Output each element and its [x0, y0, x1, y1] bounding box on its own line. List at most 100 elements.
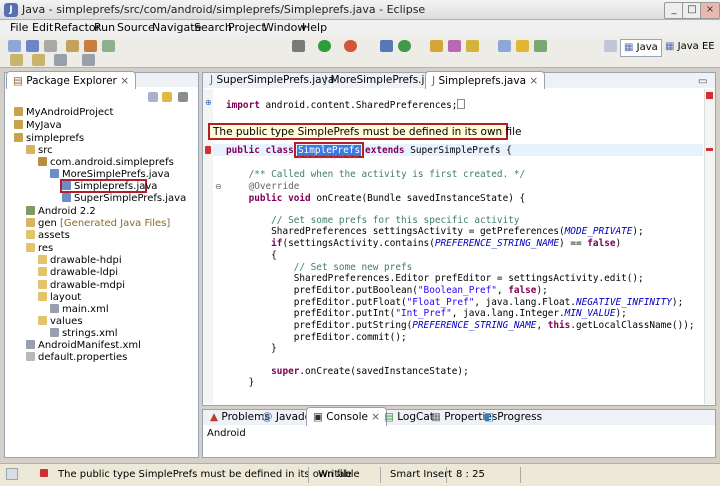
run-icon[interactable]	[318, 40, 331, 52]
menu-window[interactable]: Window	[263, 21, 306, 34]
code-line[interactable]: super.onCreate(savedInstanceState);	[226, 366, 469, 377]
tree-item-drawable-hdpi[interactable]: drawable-hdpi	[38, 255, 122, 267]
editor-tab-label: SuperSimplePrefs.java	[216, 74, 335, 86]
print-icon[interactable]	[44, 40, 57, 52]
code-line[interactable]: if(settingsActivity.contains(PREFERENCE_…	[226, 238, 621, 249]
code-line[interactable]: public class extends SuperSimplePrefs {	[226, 145, 512, 156]
tree-item-layout[interactable]: layout	[38, 292, 81, 304]
tree-item-src[interactable]: src	[26, 145, 53, 157]
menu-edit[interactable]: Edit	[32, 21, 53, 34]
menu-project[interactable]: Project	[228, 21, 266, 34]
tree-item-myandroidproject[interactable]: MyAndroidProject	[14, 107, 113, 119]
search-icon[interactable]	[448, 40, 461, 52]
error-overview-marker[interactable]	[706, 148, 713, 151]
tree-item-values[interactable]: values	[38, 316, 83, 328]
menu-help[interactable]: Help	[302, 21, 327, 34]
tree-item-label: assets	[38, 230, 70, 241]
code-line[interactable]: prefEditor.putBoolean("Boolean_Pref", fa…	[226, 285, 548, 296]
tree-item-supersimpleprefs[interactable]: SuperSimplePrefs.java	[62, 193, 186, 205]
tree-item-default-properties[interactable]: default.properties	[26, 352, 127, 364]
code-line[interactable]: }	[226, 377, 255, 388]
perspective-java-ee[interactable]: ▦ Java EE	[662, 39, 718, 55]
open-perspective-icon[interactable]	[604, 40, 617, 52]
error-icon[interactable]	[205, 146, 211, 154]
code-line[interactable]: prefEditor.putFloat("Float_Pref", java.l…	[226, 297, 684, 308]
tree-item-main-xml[interactable]: main.xml	[50, 304, 109, 316]
code-line[interactable]: {	[226, 250, 277, 261]
fast-view-icon[interactable]	[6, 468, 18, 480]
tree-item-label: MyJava	[26, 120, 62, 131]
logcat-icon: ▤	[384, 411, 398, 423]
error-overview-marker[interactable]	[706, 92, 713, 99]
open-type-icon[interactable]	[430, 40, 443, 52]
tree-item-strings-xml[interactable]: strings.xml	[50, 328, 118, 340]
properties-icon: ▦	[431, 411, 445, 423]
menu-run[interactable]: Run	[94, 21, 115, 34]
code-line[interactable]: prefEditor.commit();	[226, 332, 407, 343]
external-tools-icon[interactable]	[344, 40, 357, 52]
link-editor-icon[interactable]	[162, 92, 172, 102]
console-icon: ▣	[313, 411, 327, 423]
maximize-button[interactable]: □	[682, 2, 702, 19]
tree-item-gen[interactable]: gen [Generated Java Files]	[26, 218, 170, 230]
code-line[interactable]: /** Called when the activity is first cr…	[226, 169, 526, 180]
close-icon[interactable]: ×	[120, 75, 129, 87]
minimize-button[interactable]: _	[664, 2, 684, 19]
code-line[interactable]: }	[226, 343, 277, 354]
perspective-java[interactable]: ▦ Java	[620, 39, 662, 57]
build-icon[interactable]	[66, 40, 79, 52]
save-icon[interactable]	[26, 40, 39, 52]
tree-item-simpleprefs[interactable]: simpleprefs	[14, 133, 84, 145]
tree-item-res[interactable]: res	[26, 243, 53, 255]
prev-annotation-icon[interactable]	[32, 54, 45, 66]
close-icon[interactable]: ×	[529, 75, 538, 87]
tab-package-explorer[interactable]: ▤ Package Explorer ×	[6, 71, 136, 89]
menu-file[interactable]: File	[10, 21, 28, 34]
class-name-selection[interactable]: SimplePrefs	[297, 145, 362, 156]
tab-console[interactable]: ▣ Console ×	[306, 407, 388, 426]
tree-item-androidmanifest[interactable]: AndroidManifest.xml	[26, 340, 141, 352]
forward-icon[interactable]	[82, 54, 95, 66]
editor-tab-simpleprefs[interactable]: J Simpleprefs.java ×	[425, 71, 546, 89]
menu-source[interactable]: Source	[117, 21, 155, 34]
open-task-icon[interactable]	[466, 40, 479, 52]
code-line[interactable]: prefEditor.putString(PREFERENCE_STRING_N…	[226, 320, 695, 331]
tree-item-android-library[interactable]: Android 2.2	[26, 206, 96, 218]
view-menu-icon[interactable]	[178, 92, 188, 102]
code-line[interactable]: import android.content.SharedPreferences…	[226, 99, 466, 111]
next-annotation-icon[interactable]	[10, 54, 23, 66]
close-button[interactable]: ×	[700, 2, 720, 19]
menu-search[interactable]: Search	[194, 21, 232, 34]
collapse-icon[interactable]: ⊕	[205, 98, 212, 107]
tree-item-package[interactable]: com.android.simpleprefs	[38, 157, 174, 169]
annotation-icon[interactable]	[516, 40, 529, 52]
editor-overview-ruler	[704, 89, 715, 404]
code-line[interactable]: public void onCreate(Bundle savedInstanc…	[226, 193, 526, 204]
tree-item-simpleprefs-java[interactable]: Simpleprefs.java	[62, 181, 157, 193]
debug-settings-icon[interactable]	[292, 40, 305, 52]
tab-progress[interactable]: ◧ Progress	[478, 408, 548, 426]
status-divider	[308, 467, 309, 483]
tree-item-drawable-mdpi[interactable]: drawable-mdpi	[38, 280, 125, 292]
android-sdk-icon[interactable]	[102, 40, 115, 52]
tree-item-assets[interactable]: assets	[26, 230, 70, 242]
tree-item-myjava[interactable]: MyJava	[14, 120, 62, 132]
collapse-all-icon[interactable]	[148, 92, 158, 102]
new-class-icon[interactable]	[398, 40, 411, 52]
new-java-project-icon[interactable]	[380, 40, 393, 52]
tool-icon[interactable]	[84, 40, 97, 52]
minimize-view-icon[interactable]: ▭	[698, 76, 707, 87]
code-line[interactable]: @Override	[226, 181, 300, 192]
code-line[interactable]: SharedPreferences settingsActivity = get…	[226, 226, 644, 237]
code-line[interactable]: // Set some prefs for this specific acti…	[226, 215, 519, 226]
status-cursor-position: 8 : 25	[456, 469, 485, 480]
tree-item-drawable-ldpi[interactable]: drawable-ldpi	[38, 267, 118, 279]
collapse-icon[interactable]: ⊖	[215, 182, 222, 191]
code-line[interactable]: // Set some new prefs	[226, 262, 413, 273]
code-line[interactable]: prefEditor.putInt("Int_Pref", java.lang.…	[226, 308, 627, 319]
code-line[interactable]: SharedPreferences.Editor prefEditor = se…	[226, 273, 644, 284]
back-icon[interactable]	[54, 54, 67, 66]
toggle-mark-icon[interactable]	[498, 40, 511, 52]
new-icon[interactable]	[8, 40, 21, 52]
show-whitespace-icon[interactable]	[534, 40, 547, 52]
